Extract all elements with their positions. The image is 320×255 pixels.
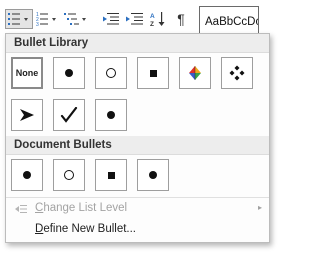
bullets-button[interactable] bbox=[5, 9, 33, 29]
sort-icon: A Z bbox=[150, 12, 165, 27]
menu-separator bbox=[6, 197, 269, 198]
filled-square-icon bbox=[149, 69, 157, 77]
increase-indent-icon bbox=[126, 13, 143, 25]
bullets-dropdown: Bullet Library None Document Bullets Cha… bbox=[5, 33, 270, 243]
svg-text:3: 3 bbox=[36, 22, 39, 27]
bullet-option-hollow-circle[interactable] bbox=[95, 57, 127, 89]
ribbon-paragraph-group: 1 2 3 A Z ¶ AaBbCcDc bbox=[0, 0, 281, 34]
bullet-none-option[interactable]: None bbox=[11, 57, 43, 89]
bullets-icon bbox=[8, 13, 28, 25]
increase-indent-button[interactable] bbox=[123, 9, 145, 29]
bullet-option-filled-square[interactable] bbox=[137, 57, 169, 89]
style-gallery-preview[interactable]: AaBbCcDc bbox=[199, 6, 259, 34]
multilevel-list-button[interactable] bbox=[63, 9, 93, 29]
hollow-circle-icon bbox=[64, 170, 74, 180]
submenu-arrow-icon: ▸ bbox=[257, 203, 262, 212]
decrease-indent-button[interactable] bbox=[99, 9, 121, 29]
change-list-level-menu-item[interactable]: Change List Level ▸ bbox=[6, 199, 269, 219]
filled-circle-icon bbox=[65, 69, 73, 77]
filled-circle-icon bbox=[149, 171, 157, 179]
bullet-option-filled-circle[interactable] bbox=[53, 57, 85, 89]
arrowhead-icon bbox=[20, 109, 34, 121]
bullet-option-color-star[interactable] bbox=[179, 57, 211, 89]
pilcrow-icon: ¶ bbox=[177, 11, 185, 27]
bullet-library-header: Bullet Library bbox=[6, 34, 269, 53]
svg-text:A: A bbox=[150, 13, 155, 20]
document-bullets-header: Document Bullets bbox=[6, 136, 269, 155]
define-new-bullet-menu-item[interactable]: Define New Bullet... bbox=[6, 220, 269, 240]
show-formatting-marks-button[interactable]: ¶ bbox=[173, 9, 189, 29]
document-bullet-hollow-circle[interactable] bbox=[53, 159, 85, 191]
document-bullet-filled-circle-2[interactable] bbox=[137, 159, 169, 191]
filled-square-icon bbox=[107, 171, 115, 179]
bullet-option-checkmark[interactable] bbox=[53, 99, 85, 131]
bullet-option-filled-circle-2[interactable] bbox=[95, 99, 127, 131]
numbering-icon: 1 2 3 bbox=[36, 12, 56, 27]
four-diamonds-icon bbox=[229, 65, 245, 81]
filled-circle-icon bbox=[23, 171, 31, 179]
sort-button[interactable]: A Z bbox=[148, 9, 168, 29]
change-list-level-label: Change List Level bbox=[35, 202, 128, 214]
filled-circle-icon bbox=[107, 111, 115, 119]
document-bullet-filled-square[interactable] bbox=[95, 159, 127, 191]
svg-text:Z: Z bbox=[150, 21, 154, 27]
change-list-level-icon bbox=[15, 205, 27, 213]
checkmark-icon bbox=[60, 107, 78, 123]
color-star-icon bbox=[189, 66, 201, 80]
define-new-bullet-label: Define New Bullet... bbox=[35, 223, 136, 235]
decrease-indent-icon bbox=[103, 13, 119, 25]
multilevel-list-icon bbox=[64, 13, 86, 25]
bullet-option-four-diamonds[interactable] bbox=[221, 57, 253, 89]
numbering-button[interactable]: 1 2 3 bbox=[35, 9, 61, 29]
document-bullet-filled-circle[interactable] bbox=[11, 159, 43, 191]
hollow-circle-icon bbox=[106, 68, 116, 78]
bullet-none-label: None bbox=[15, 68, 39, 78]
bullet-option-arrowhead[interactable] bbox=[11, 99, 43, 131]
